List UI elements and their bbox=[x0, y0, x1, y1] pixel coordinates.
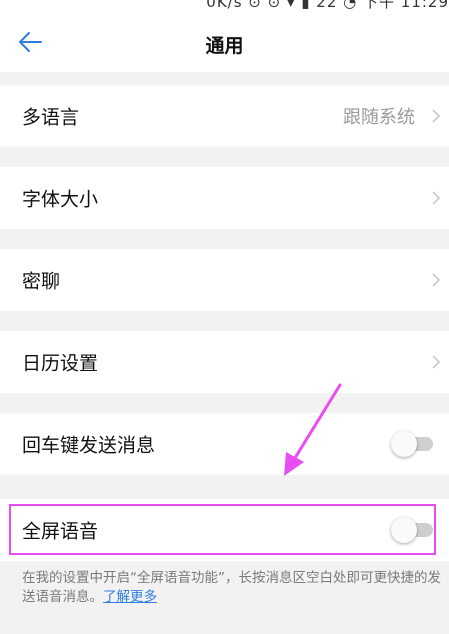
page-title: 通用 bbox=[205, 35, 244, 57]
chevron-right-icon bbox=[432, 109, 441, 123]
enter-send-label: 回车键发送消息 bbox=[22, 434, 156, 457]
enter-send-row: 回车键发送消息 bbox=[0, 413, 449, 475]
calendar-settings-row[interactable]: 日历设置 bbox=[0, 331, 449, 393]
learn-more-link[interactable]: 了解更多 bbox=[103, 589, 157, 605]
status-bar-text: 0K/s ⊙ ⊙ ▾ ▮ 22 ◔ 下午 11:29 bbox=[206, 0, 449, 10]
toggle-knob bbox=[391, 431, 417, 457]
language-row[interactable]: 多语言 跟随系统 bbox=[0, 85, 449, 147]
chevron-right-icon bbox=[432, 273, 441, 287]
language-value: 跟随系统 bbox=[343, 107, 415, 128]
fullscreen-voice-description: 在我的设置中开启“全屏语音功能”，长按消息区空白处即可更快捷的发送语音消息。了解… bbox=[22, 569, 442, 607]
toggle-knob bbox=[391, 517, 417, 543]
fullscreen-voice-label: 全屏语音 bbox=[22, 520, 99, 543]
language-label: 多语言 bbox=[22, 106, 80, 129]
chevron-right-icon bbox=[432, 191, 441, 205]
font-size-row[interactable]: 字体大小 bbox=[0, 167, 449, 229]
header: 通用 bbox=[0, 10, 449, 72]
fullscreen-voice-row: 全屏语音 bbox=[0, 499, 449, 561]
font-size-label: 字体大小 bbox=[22, 188, 99, 211]
chevron-right-icon bbox=[432, 355, 441, 369]
secret-chat-label: 密聊 bbox=[22, 270, 61, 293]
calendar-settings-label: 日历设置 bbox=[22, 352, 99, 375]
fullscreen-voice-toggle[interactable] bbox=[391, 517, 435, 543]
secret-chat-row[interactable]: 密聊 bbox=[0, 249, 449, 311]
status-bar: 0K/s ⊙ ⊙ ▾ ▮ 22 ◔ 下午 11:29 bbox=[0, 0, 449, 10]
enter-send-toggle[interactable] bbox=[391, 431, 435, 457]
description-text: 在我的设置中开启“全屏语音功能”，长按消息区空白处即可更快捷的发送语音消息。 bbox=[22, 570, 441, 605]
